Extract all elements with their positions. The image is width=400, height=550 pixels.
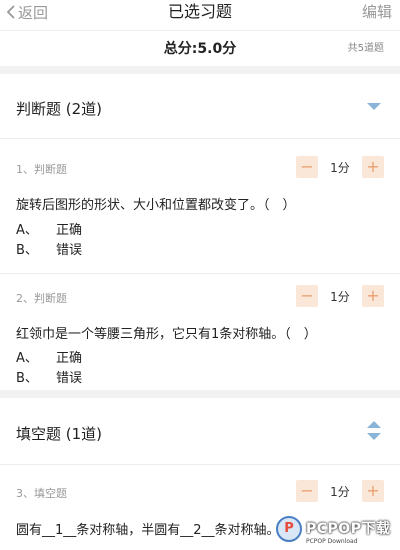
edit-button[interactable]: 编辑 xyxy=(362,0,392,24)
watermark-subtext: PCPOP Download xyxy=(306,538,358,545)
question-type: 1、判断题 xyxy=(16,163,67,176)
nav-bar: 返回 已选习题 编辑 xyxy=(0,0,400,30)
option-label: 错误 xyxy=(56,371,83,386)
decrement-button[interactable]: − xyxy=(296,480,318,502)
watermark-text: PCPOP下载 xyxy=(306,521,391,537)
option-label: 错误 xyxy=(56,243,83,258)
sort-arrows-icon[interactable] xyxy=(367,421,381,441)
score-value: 1分 xyxy=(330,289,350,304)
question-text: 红领巾是一个等腰三角形，它只有1条对称轴。（ ） xyxy=(16,327,317,342)
logo-letter: P xyxy=(284,521,294,536)
option-b[interactable]: B、 错误 xyxy=(16,239,82,258)
question-type: 2、判断题 xyxy=(16,292,67,305)
increment-button[interactable]: + xyxy=(362,285,384,307)
section-title: 判断题 (2道) xyxy=(16,100,103,118)
section-header-true-false[interactable]: 判断题 (2道) xyxy=(0,74,400,138)
triangle-down-icon[interactable] xyxy=(367,103,381,110)
option-key: A、 xyxy=(16,351,38,366)
score-value: 1分 xyxy=(330,160,350,175)
question-text: 圆有__1__条对称轴，半圆有__2__条对称轴。 xyxy=(16,523,280,538)
question-count: 共5道题 xyxy=(347,43,384,54)
option-b[interactable]: B、 错误 xyxy=(16,367,82,386)
question-type: 3、填空题 xyxy=(16,487,67,500)
question-text: 旋转后图形的形状、大小和位置都改变了。（ ） xyxy=(16,198,296,213)
increment-button[interactable]: + xyxy=(362,156,384,178)
score-stepper: − 1分 + xyxy=(296,156,384,178)
increment-button[interactable]: + xyxy=(362,480,384,502)
question-card-1: 1、判断题 − 1分 + 旋转后图形的形状、大小和位置都改变了。（ ） A、 正确… xyxy=(0,139,400,273)
decrement-button[interactable]: − xyxy=(296,156,318,178)
score-summary: 总分:5.0分 共5道题 xyxy=(0,30,400,66)
score-stepper: − 1分 + xyxy=(296,480,384,502)
question-card-2: 2、判断题 − 1分 + 红领巾是一个等腰三角形，它只有1条对称轴。（ ） A、… xyxy=(0,274,400,390)
option-a[interactable]: A、 正确 xyxy=(16,219,82,238)
option-label: 正确 xyxy=(56,351,83,366)
option-a[interactable]: A、 正确 xyxy=(16,347,82,366)
total-score: 总分:5.0分 xyxy=(163,41,237,57)
option-label: 正确 xyxy=(56,223,83,238)
watermark: P PCPOP下载 PCPOP Download xyxy=(272,514,400,550)
option-key: B、 xyxy=(16,243,38,258)
option-key: A、 xyxy=(16,223,38,238)
score-value: 1分 xyxy=(330,484,350,499)
score-stepper: − 1分 + xyxy=(296,285,384,307)
section-title: 填空题 (1道) xyxy=(16,425,103,443)
page-title: 已选习题 xyxy=(167,2,232,21)
decrement-button[interactable]: − xyxy=(296,285,318,307)
section-header-fill-blank[interactable]: 填空题 (1道) xyxy=(0,398,400,464)
pcpop-logo-icon: P xyxy=(276,516,302,542)
option-key: B、 xyxy=(16,371,38,386)
